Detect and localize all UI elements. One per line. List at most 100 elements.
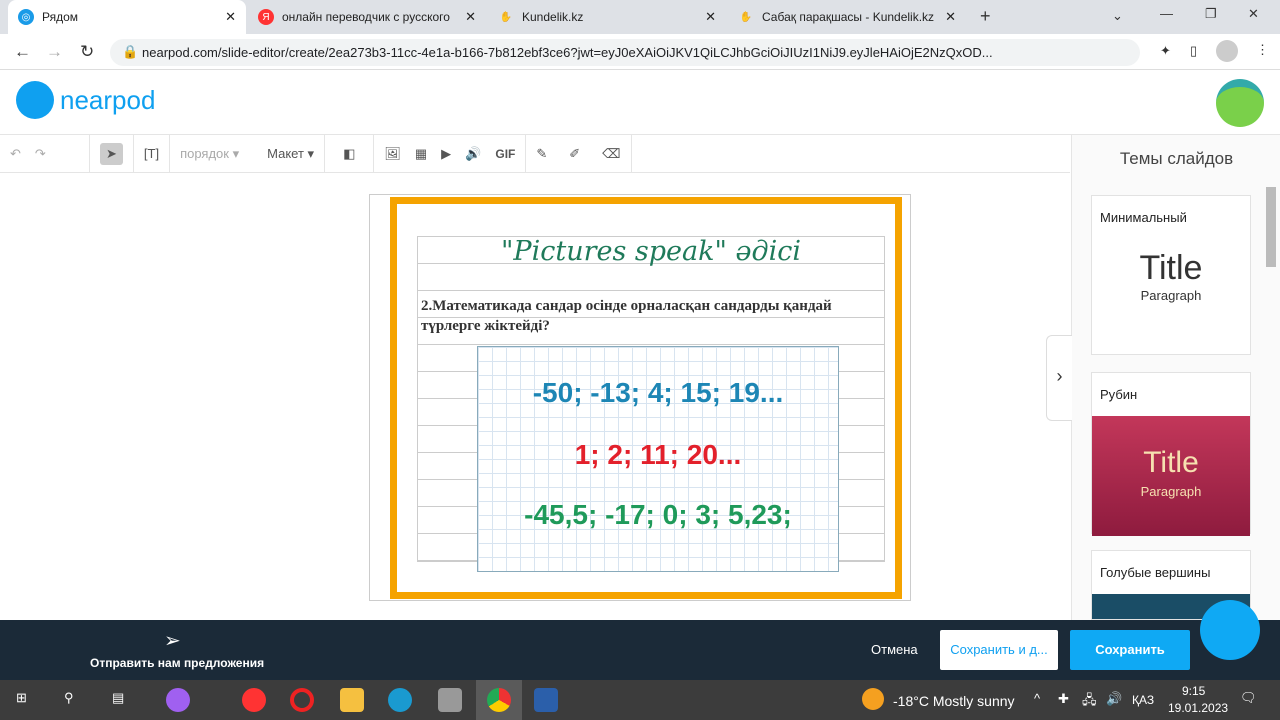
highlighter-icon[interactable]: ✐: [569, 146, 580, 162]
opera-icon[interactable]: [290, 688, 314, 712]
tab-title: Рядом: [42, 10, 79, 24]
close-icon[interactable]: ✕: [945, 9, 956, 25]
new-tab-button[interactable]: +: [980, 6, 991, 27]
theme-ruby[interactable]: Рубин Title Paragraph: [1091, 372, 1251, 536]
restore-button[interactable]: ❐: [1205, 6, 1217, 22]
theme-name: Рубин: [1100, 387, 1138, 402]
extensions-icon[interactable]: ✦: [1160, 43, 1171, 59]
collapse-panel-button[interactable]: ›: [1046, 335, 1072, 421]
language-indicator[interactable]: ҚАЗ: [1132, 693, 1154, 707]
send-icon[interactable]: ➢: [164, 628, 181, 653]
themes-title: Темы слайдов: [1119, 149, 1234, 168]
close-window-button[interactable]: ✕: [1248, 6, 1259, 22]
kundelik-favicon-icon: ✋: [739, 11, 753, 23]
theme-title: Title: [1139, 249, 1203, 287]
avatar[interactable]: [1216, 79, 1264, 127]
video-icon[interactable]: ▶: [441, 146, 451, 162]
chrome-icon: [487, 688, 511, 712]
slide-canvas[interactable]: "Pictures speak" әдісі 2.Математикада са…: [369, 194, 911, 601]
network-icon[interactable]: 🖧: [1082, 691, 1097, 713]
taskbar: ⊞ ⚲ ▤ -18°C Mostly sunny ^ ✚ 🖧 🔊 ҚАЗ 9:1…: [0, 680, 1280, 720]
number-line-2: 1; 2; 11; 20...: [574, 439, 742, 470]
editor-toolbar: ↶ ↷ ➤ [T] порядок ▾ Макет ▾ ◧ 🖼 ▦ ▶ 🔊 GIF ✎ ✐ ⌫: [0, 134, 1070, 173]
windows-start-icon[interactable]: ⊞: [16, 690, 27, 706]
reload-icon[interactable]: ↻: [80, 42, 94, 62]
number-line-3: -45,5; -17; 0; 3; 5,23;: [524, 499, 792, 530]
tab-ryadom[interactable]: ◎ Рядом ✕: [8, 0, 246, 34]
tab-title: Сабақ парақшасы - Kundelik.kz: [762, 10, 935, 24]
eraser-icon[interactable]: ⌫: [602, 146, 620, 162]
slide-question: 2.Математикада сандар осінде орналасқан …: [421, 298, 832, 334]
layout-dropdown[interactable]: Макет ▾: [267, 146, 314, 162]
profile-icon[interactable]: [1216, 40, 1238, 62]
image-icon[interactable]: 🖼: [384, 146, 401, 162]
nearpod-favicon-icon: ◎: [18, 9, 34, 25]
redo-icon[interactable]: ↷: [35, 146, 46, 162]
gif-button[interactable]: GIF: [495, 147, 515, 161]
chart-icon[interactable]: ▦: [415, 146, 427, 162]
back-icon[interactable]: ←: [14, 42, 31, 62]
pen-icon[interactable]: ✎: [536, 146, 547, 162]
tab-bar: ◎ Рядом ✕ Яонлайн переводчик с русского ✕ ✋…: [0, 0, 1280, 34]
order-dropdown[interactable]: порядок ▾: [180, 146, 239, 162]
audio-icon[interactable]: 🔊: [465, 146, 481, 162]
close-icon[interactable]: ✕: [465, 9, 476, 25]
tab-sabaq[interactable]: ✋ Сабақ парақшасы - Kundelik.kz ✕: [728, 0, 966, 34]
chat-support-button[interactable]: [1200, 600, 1260, 660]
shapes-icon[interactable]: ◧: [343, 146, 355, 162]
nearpod-logo-icon: [16, 81, 54, 119]
save-button[interactable]: Сохранить: [1070, 630, 1190, 670]
tab-kundelik[interactable]: ✋ Kundelik.kz ✕: [488, 0, 726, 34]
theme-paragraph: Paragraph: [1140, 484, 1202, 499]
feedback-link[interactable]: Отправить нам предложения: [90, 656, 264, 670]
cancel-button[interactable]: Отмена: [871, 642, 918, 657]
edge-icon[interactable]: [388, 688, 412, 712]
theme-minimal[interactable]: Минимальный Title Paragraph: [1091, 195, 1251, 355]
alice-icon[interactable]: [166, 688, 190, 712]
weather-icon: [862, 688, 884, 710]
nearpod-logo: nearpod: [60, 85, 156, 115]
tab-search-button[interactable]: ⌄: [1112, 8, 1123, 24]
volume-icon[interactable]: 🔊: [1106, 691, 1122, 707]
minimize-button[interactable]: —: [1160, 6, 1173, 21]
slide-heading: "Pictures speak" әдісі: [501, 236, 801, 267]
task-view-icon[interactable]: ▤: [112, 690, 124, 706]
app-header: nearpod: [0, 71, 1280, 135]
text-tool-icon[interactable]: [T]: [144, 146, 159, 161]
sidebar-icon[interactable]: ▯: [1190, 43, 1197, 59]
theme-title: Title: [1143, 446, 1199, 479]
theme-paragraph: Paragraph: [1140, 288, 1202, 303]
editor-footer: ➢ Отправить нам предложения Отмена Сохра…: [0, 600, 1280, 680]
url-input[interactable]: 🔒 nearpod.com/slide-editor/create/2ea273b…: [110, 39, 1140, 66]
kundelik-favicon-icon: ✋: [499, 11, 513, 23]
number-grid-image: -50; -13; 4; 15; 19... 1; 2; 11; 20... -…: [477, 346, 839, 572]
close-icon[interactable]: ✕: [225, 9, 236, 25]
tab-translator[interactable]: Яонлайн переводчик с русского ✕: [248, 0, 486, 34]
search-icon[interactable]: ⚲: [64, 690, 74, 706]
weather-text[interactable]: -18°C Mostly sunny: [893, 693, 1015, 709]
chrome-taskbar-button[interactable]: [476, 680, 522, 720]
yandex-browser-icon[interactable]: [242, 688, 266, 712]
forward-icon[interactable]: →: [46, 42, 63, 62]
select-tool-icon[interactable]: ➤: [100, 142, 123, 165]
tray-chevron-icon[interactable]: ^: [1034, 691, 1040, 706]
lock-icon: 🔒: [122, 44, 139, 59]
clock-time[interactable]: 9:15: [1182, 684, 1205, 698]
tab-title: Kundelik.kz: [522, 10, 584, 24]
scrollbar[interactable]: [1266, 187, 1276, 267]
file-explorer-icon[interactable]: [340, 688, 364, 712]
undo-icon[interactable]: ↶: [10, 146, 21, 162]
app-icon[interactable]: [438, 688, 462, 712]
url-text: nearpod.com/slide-editor/create/2ea273b3…: [142, 45, 993, 60]
menu-icon[interactable]: ⋮: [1256, 42, 1269, 58]
close-icon[interactable]: ✕: [705, 9, 716, 25]
clock-date[interactable]: 19.01.2023: [1168, 701, 1228, 715]
word-icon[interactable]: [534, 688, 558, 712]
notifications-icon[interactable]: 🗨: [1240, 690, 1257, 706]
theme-name: Голубые вершины: [1100, 565, 1211, 580]
themes-panel: Темы слайдов Минимальный Title Paragraph Р…: [1071, 135, 1280, 620]
theme-name: Минимальный: [1100, 210, 1187, 225]
save-and-continue-button[interactable]: Сохранить и д...: [940, 630, 1058, 670]
notebook-frame: "Pictures speak" әдісі 2.Математикада са…: [390, 197, 902, 599]
tray-app-icon[interactable]: ✚: [1058, 691, 1069, 707]
